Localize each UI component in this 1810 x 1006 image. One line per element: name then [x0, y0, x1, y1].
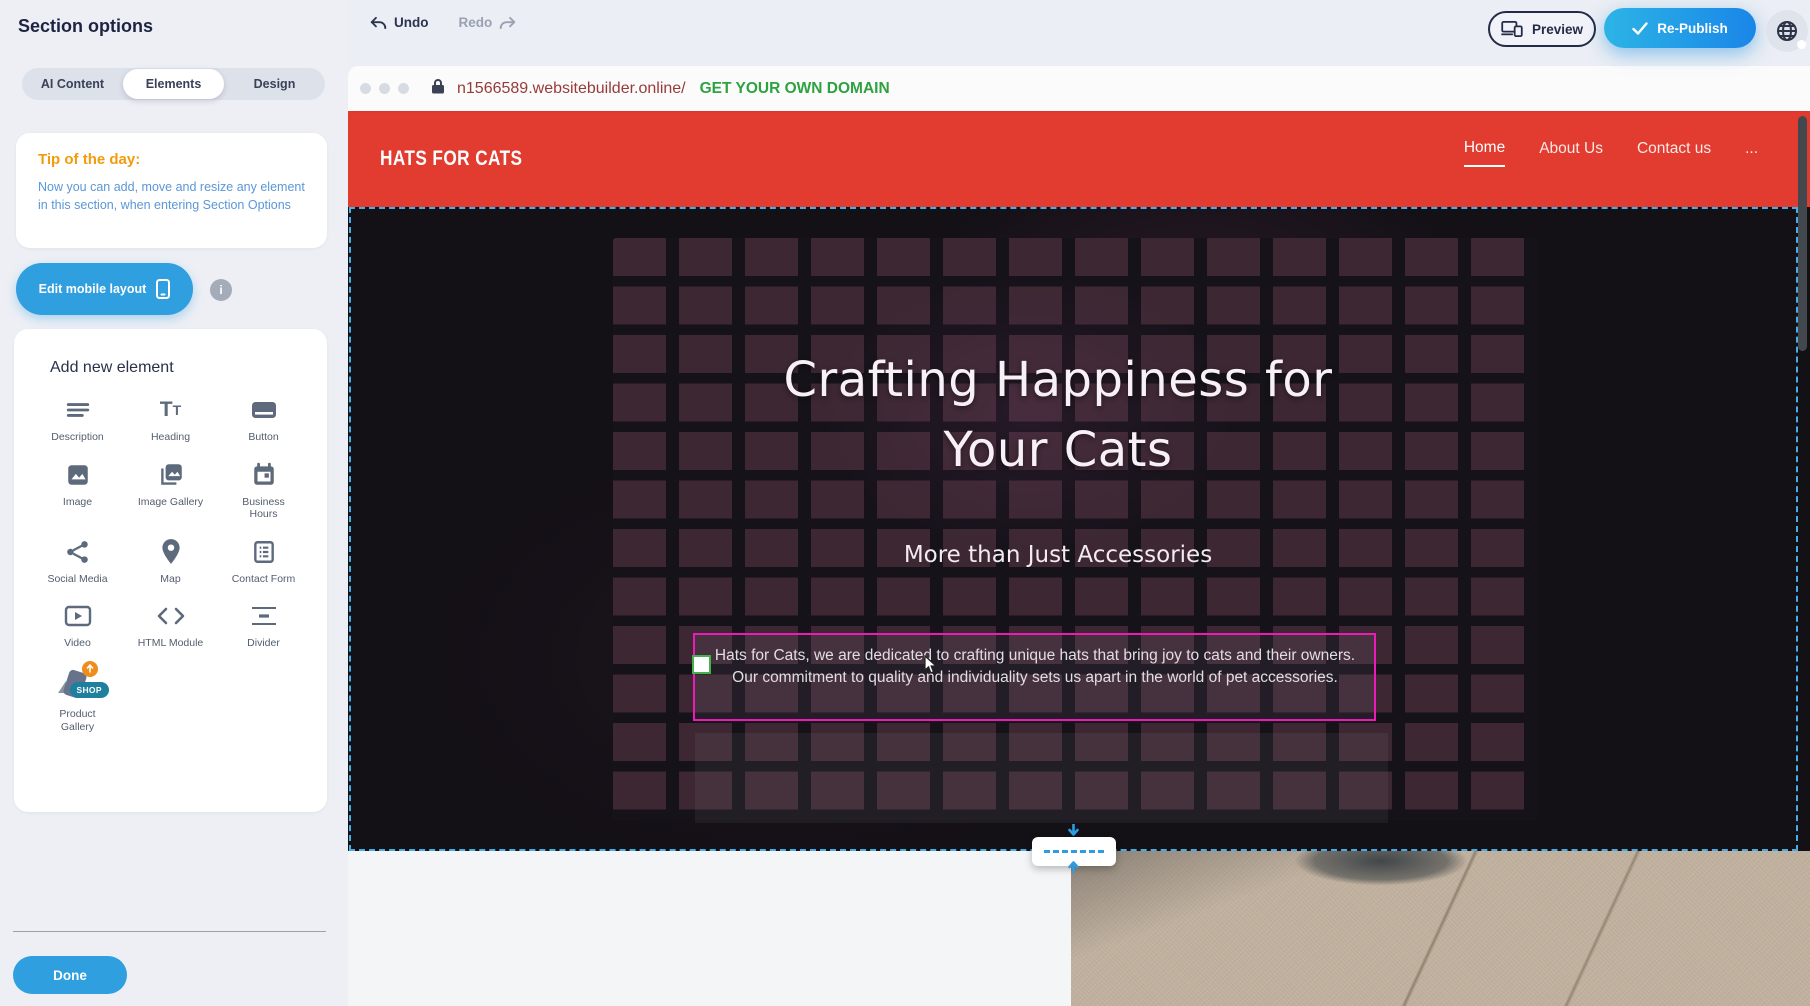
arrow-down-icon — [1066, 824, 1081, 844]
element-image-gallery[interactable]: Image Gallery — [125, 460, 216, 521]
button-icon — [249, 395, 279, 425]
info-icon[interactable]: i — [210, 279, 232, 301]
element-product-gallery[interactable]: SHOP Product Gallery — [32, 666, 123, 733]
site-logo[interactable]: HATS FOR CATS — [380, 147, 522, 171]
next-section-floor-image[interactable] — [1071, 851, 1810, 1006]
element-video[interactable]: Video — [32, 601, 123, 650]
redo-icon — [499, 16, 516, 30]
hero-section[interactable]: Crafting Happiness for Your Cats More th… — [348, 207, 1810, 851]
panel-title: Section options — [18, 16, 153, 37]
upgrade-badge-icon — [82, 661, 98, 677]
shop-badge: SHOP — [70, 682, 109, 698]
tab-design[interactable]: Design — [224, 69, 325, 99]
business-hours-icon — [249, 460, 279, 490]
redo-button[interactable]: Redo — [459, 15, 517, 30]
hero-heading-line1[interactable]: Crafting Happiness for — [348, 352, 1768, 408]
site-nav: Home About Us Contact us ... — [1464, 139, 1758, 167]
element-heading[interactable]: TT Heading — [125, 395, 216, 444]
selected-text-element[interactable]: Hats for Cats, we are dedicated to craft… — [693, 633, 1376, 721]
panel-tabs: AI Content Elements Design — [22, 68, 325, 100]
nav-item-more[interactable]: ... — [1745, 140, 1758, 166]
element-hover-highlight — [695, 733, 1388, 823]
devices-icon — [1501, 21, 1523, 37]
image-gallery-icon — [156, 460, 186, 490]
language-globe-button[interactable] — [1766, 10, 1808, 52]
section-height-resize-widget[interactable] — [1032, 837, 1116, 866]
nav-item-about[interactable]: About Us — [1539, 140, 1603, 166]
element-divider[interactable]: Divider — [218, 601, 309, 650]
element-map[interactable]: Map — [125, 537, 216, 586]
element-business-hours[interactable]: Business Hours — [218, 460, 309, 521]
window-dots — [360, 83, 409, 94]
redo-label: Redo — [459, 15, 493, 30]
get-domain-link[interactable]: GET YOUR OWN DOMAIN — [700, 80, 890, 98]
edit-mobile-label: Edit mobile layout — [39, 282, 147, 296]
site-header[interactable]: HATS FOR CATS Home About Us Contact us .… — [348, 111, 1810, 207]
undo-button[interactable]: Undo — [370, 15, 429, 30]
tab-elements[interactable]: Elements — [123, 69, 224, 99]
nav-item-contact[interactable]: Contact us — [1637, 140, 1711, 166]
preview-scrollbar[interactable] — [1798, 116, 1807, 351]
undo-icon — [370, 16, 387, 30]
add-element-title: Add new element — [50, 359, 309, 377]
globe-status-dot — [1797, 40, 1806, 49]
globe-icon — [1775, 19, 1799, 43]
hero-paragraph[interactable]: Hats for Cats, we are dedicated to craft… — [705, 645, 1365, 690]
republish-label: Re-Publish — [1657, 21, 1728, 36]
app-window: Undo Redo Preview Re-Publish n1566589.we… — [0, 0, 1810, 1006]
mobile-phone-icon — [156, 279, 170, 299]
add-element-card: Add new element Description TT Heading B… — [14, 329, 327, 812]
undo-redo-group: Undo Redo — [370, 15, 516, 30]
arrow-up-icon — [1066, 858, 1081, 878]
element-grid: Description TT Heading Button Image Imag… — [32, 395, 309, 733]
element-social-media[interactable]: Social Media — [32, 537, 123, 586]
contact-form-icon — [249, 537, 279, 567]
preview-label: Preview — [1532, 22, 1583, 37]
next-section-blank[interactable] — [348, 851, 1071, 1006]
tip-body: Now you can add, move and resize any ele… — [38, 178, 305, 214]
element-html-module[interactable]: HTML Module — [125, 601, 216, 650]
edit-mobile-layout-button[interactable]: Edit mobile layout — [16, 263, 193, 315]
hero-heading-line2[interactable]: Your Cats — [348, 422, 1768, 478]
window-dot — [360, 83, 371, 94]
preview-button[interactable]: Preview — [1488, 11, 1596, 47]
map-pin-icon — [156, 537, 186, 567]
divider-icon — [249, 601, 279, 631]
image-icon — [63, 460, 93, 490]
hero-subheading[interactable]: More than Just Accessories — [348, 542, 1768, 568]
sidebar-divider — [13, 931, 326, 932]
tip-title: Tip of the day: — [38, 151, 305, 168]
nav-item-home[interactable]: Home — [1464, 139, 1505, 167]
window-dot — [379, 83, 390, 94]
element-description[interactable]: Description — [32, 395, 123, 444]
element-button[interactable]: Button — [218, 395, 309, 444]
lock-icon — [431, 78, 445, 99]
browser-chrome: n1566589.websitebuilder.online/ GET YOUR… — [348, 66, 1810, 111]
site-url[interactable]: n1566589.websitebuilder.online/ — [457, 80, 686, 98]
done-button[interactable]: Done — [13, 956, 127, 994]
element-image[interactable]: Image — [32, 460, 123, 521]
element-contact-form[interactable]: Contact Form — [218, 537, 309, 586]
republish-button[interactable]: Re-Publish — [1604, 8, 1756, 48]
tab-ai-content[interactable]: AI Content — [22, 69, 123, 99]
mouse-cursor — [924, 655, 939, 680]
tip-of-the-day-card: Tip of the day: Now you can add, move an… — [16, 133, 327, 248]
heading-icon: TT — [156, 395, 186, 425]
video-icon — [63, 601, 93, 631]
html-code-icon — [156, 601, 186, 631]
section-options-panel: Section options AI Content Elements Desi… — [0, 0, 348, 1006]
undo-label: Undo — [394, 15, 429, 30]
social-media-icon — [63, 537, 93, 567]
product-gallery-icon: SHOP — [57, 666, 99, 702]
description-icon — [63, 395, 93, 425]
check-icon — [1632, 22, 1648, 35]
window-dot — [398, 83, 409, 94]
resize-dashed-line — [1044, 850, 1104, 853]
